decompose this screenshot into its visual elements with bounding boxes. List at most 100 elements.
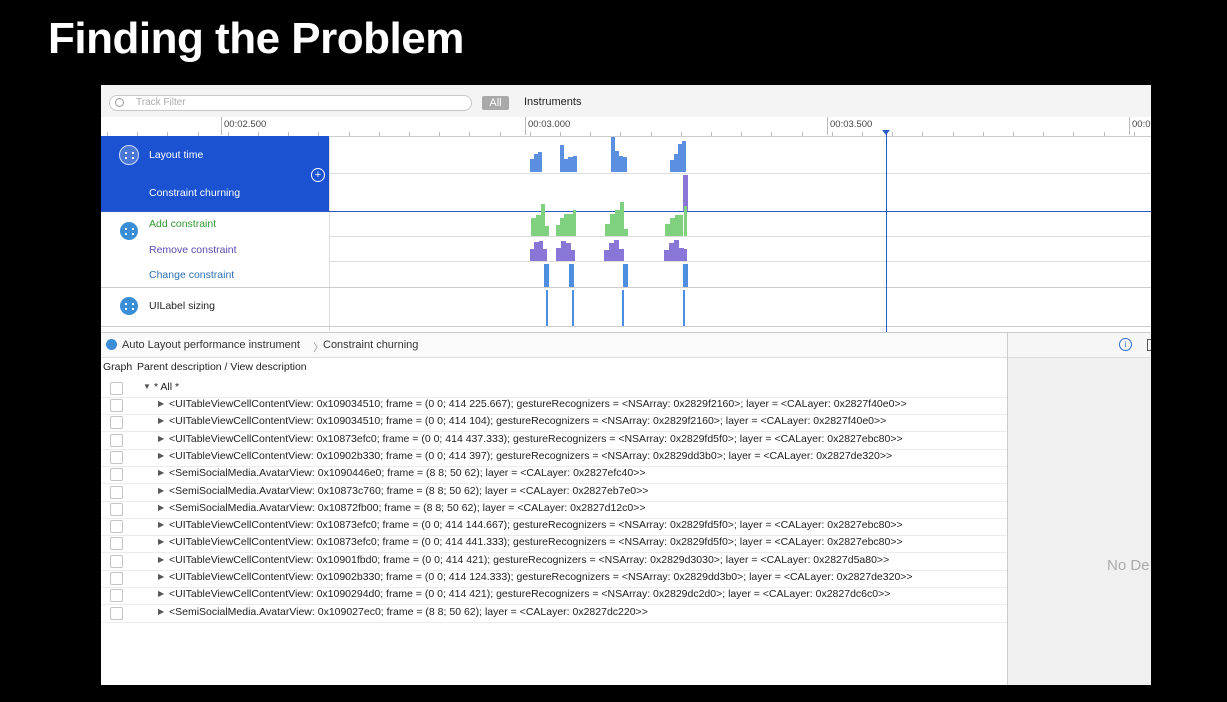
row-text: <SemiSocialMedia.AvatarView: 0x1090446e0…	[169, 467, 646, 480]
inspector-header: i	[1008, 332, 1151, 358]
graph-checkbox[interactable]	[110, 520, 123, 534]
toolbar: All Instruments	[101, 85, 1151, 118]
all-button[interactable]: All	[482, 96, 509, 110]
track-filter-input[interactable]	[136, 97, 456, 108]
ruler-tick-label: 00:0	[1132, 119, 1151, 130]
graph-checkbox[interactable]	[110, 450, 123, 464]
disclosure-closed-icon[interactable]: ▶	[158, 503, 164, 512]
track-group-layout[interactable]: Layout time + Constraint churning	[101, 136, 329, 212]
add-constraint-bars	[531, 202, 687, 236]
graph-checkbox[interactable]	[110, 589, 123, 603]
row-text: <UITableViewCellContentView: 0x10873efc0…	[169, 536, 903, 549]
disclosure-closed-icon[interactable]: ▶	[158, 416, 164, 425]
table-row[interactable]: ▶ <UITableViewCellContentView: 0x1090294d…	[101, 587, 1007, 606]
disclosure-closed-icon[interactable]: ▶	[158, 555, 164, 564]
row-text: <UITableViewCellContentView: 0x109034510…	[169, 398, 907, 410]
instruments-window: All Instruments 00:02.500 00:03.000 00:0…	[101, 85, 1151, 685]
disclosure-closed-icon[interactable]: ▶	[158, 468, 164, 477]
add-icon[interactable]: +	[311, 168, 325, 182]
disclosure-closed-icon[interactable]: ▶	[158, 607, 164, 616]
row-text: <UITableViewCellContentView: 0x10873efc0…	[169, 432, 903, 445]
table-row[interactable]: ▶ <UITableViewCellContentView: 0x10873efc…	[101, 535, 1007, 554]
table-row[interactable]: ▶ <UITableViewCellContentView: 0x10901fbd…	[101, 553, 1007, 571]
table-row[interactable]: ▶ <UITableViewCellContentView: 0x10873efc…	[101, 432, 1007, 450]
info-icon[interactable]: i	[1119, 338, 1132, 351]
disclosure-closed-icon[interactable]: ▶	[158, 399, 164, 408]
ruler-tick-label: 00:02.500	[224, 119, 267, 130]
instrument-icon	[119, 296, 139, 316]
track-uilabel-sizing[interactable]: UILabel sizing	[149, 300, 215, 312]
ruler-tick	[1129, 117, 1130, 135]
graph-checkbox[interactable]	[110, 606, 123, 620]
disclosure-closed-icon[interactable]: ▶	[158, 451, 164, 460]
playhead-handle[interactable]	[882, 130, 890, 135]
row-text: <SemiSocialMedia.AvatarView: 0x109027ec0…	[169, 605, 648, 618]
track-add-constraint[interactable]: Add constraint	[149, 218, 216, 230]
graph-checkbox[interactable]	[110, 502, 123, 516]
constraint-churning-bar	[683, 175, 688, 211]
detail-inspector: i No De	[1007, 332, 1151, 685]
track-change-constraint[interactable]: Change constraint	[149, 269, 234, 281]
graph-checkbox[interactable]	[110, 554, 123, 568]
jump-bar: Auto Layout performance instrument 〉 Con…	[101, 332, 1007, 358]
table-row[interactable]: ▶ <UITableViewCellContentView: 0x10873efc…	[101, 518, 1007, 537]
graph-checkbox[interactable]	[110, 382, 123, 395]
filter-icon	[115, 98, 124, 107]
graph-checkbox[interactable]	[110, 399, 123, 412]
table-row[interactable]: ▶ <UITableViewCellContentView: 0x10902b33…	[101, 449, 1007, 467]
table-row[interactable]: ▶ <SemiSocialMedia.AvatarView: 0x109027ec…	[101, 605, 1007, 623]
row-text: * All *	[154, 381, 180, 393]
instruments-button[interactable]: Instruments	[524, 96, 581, 108]
instrument-icon	[119, 145, 139, 165]
disclosure-open-icon[interactable]: ▼	[143, 382, 151, 391]
column-graph[interactable]: Graph	[103, 361, 132, 373]
row-text: <UITableViewCellContentView: 0x10902b330…	[169, 449, 893, 462]
table-row[interactable]: ▶ <SemiSocialMedia.AvatarView: 0x10873c76…	[101, 484, 1007, 502]
table-row[interactable]: ▶ <SemiSocialMedia.AvatarView: 0x1090446e…	[101, 466, 1007, 485]
uilabel-sizing-bars	[546, 290, 685, 326]
jump-bar-instrument[interactable]: Auto Layout performance instrument	[122, 339, 300, 351]
disclosure-closed-icon[interactable]: ▶	[158, 537, 164, 546]
disclosure-closed-icon[interactable]: ▶	[158, 434, 164, 443]
graph-checkbox[interactable]	[110, 572, 123, 585]
row-text: <UITableViewCellContentView: 0x109034510…	[169, 415, 887, 428]
table-row-root[interactable]: ▼ * All *	[101, 380, 1007, 398]
graph-checkbox[interactable]	[110, 537, 123, 551]
jump-bar-current[interactable]: Constraint churning	[323, 339, 418, 351]
track-labels: Layout time + Constraint churning Add co…	[101, 136, 330, 331]
table-header: Graph Parent description / View descript…	[101, 356, 1007, 378]
row-text: <UITableViewCellContentView: 0x1090294d0…	[169, 588, 891, 601]
ruler-tick-label: 00:03.000	[528, 119, 571, 130]
row-text: <UITableViewCellContentView: 0x10901fbd0…	[169, 553, 890, 566]
change-constraint-bars	[544, 264, 688, 287]
playhead[interactable]	[886, 130, 887, 332]
ruler-tick	[827, 117, 828, 135]
panel-icon[interactable]	[1147, 339, 1151, 351]
table-row[interactable]: ▶ <UITableViewCellContentView: 0x10903451…	[101, 397, 1007, 415]
row-text: <SemiSocialMedia.AvatarView: 0x10873c760…	[169, 484, 649, 497]
track-remove-constraint[interactable]: Remove constraint	[149, 244, 237, 256]
track-graphs[interactable]	[330, 136, 1151, 331]
no-detail-text: No De	[1107, 557, 1150, 574]
graph-checkbox[interactable]	[110, 433, 123, 447]
table-row[interactable]: ▶ <UITableViewCellContentView: 0x10902b33…	[101, 570, 1007, 588]
instrument-icon	[106, 339, 117, 350]
graph-checkbox[interactable]	[110, 485, 123, 499]
time-ruler[interactable]: 00:02.500 00:03.000 00:03.500 00:0	[101, 117, 1151, 137]
graph-checkbox[interactable]	[110, 468, 123, 482]
graph-checkbox[interactable]	[110, 416, 123, 430]
track-constraint-churning[interactable]: Constraint churning	[149, 187, 240, 199]
disclosure-closed-icon[interactable]: ▶	[158, 486, 164, 495]
ruler-tick	[221, 117, 222, 135]
table-row[interactable]: ▶ <SemiSocialMedia.AvatarView: 0x10872fb0…	[101, 501, 1007, 519]
track-filter[interactable]	[109, 95, 472, 111]
disclosure-closed-icon[interactable]: ▶	[158, 589, 164, 598]
disclosure-closed-icon[interactable]: ▶	[158, 572, 164, 581]
column-description[interactable]: Parent description / View description	[137, 361, 307, 373]
call-tree-table: ▼ * All * ▶ <UITableViewCellContentView: …	[101, 378, 1007, 685]
table-row[interactable]: ▶ <UITableViewCellContentView: 0x10903451…	[101, 414, 1007, 433]
remove-constraint-bars	[530, 240, 687, 261]
row-text: <UITableViewCellContentView: 0x10902b330…	[169, 571, 913, 583]
disclosure-closed-icon[interactable]: ▶	[158, 520, 164, 529]
track-layout-time[interactable]: Layout time	[149, 149, 203, 161]
